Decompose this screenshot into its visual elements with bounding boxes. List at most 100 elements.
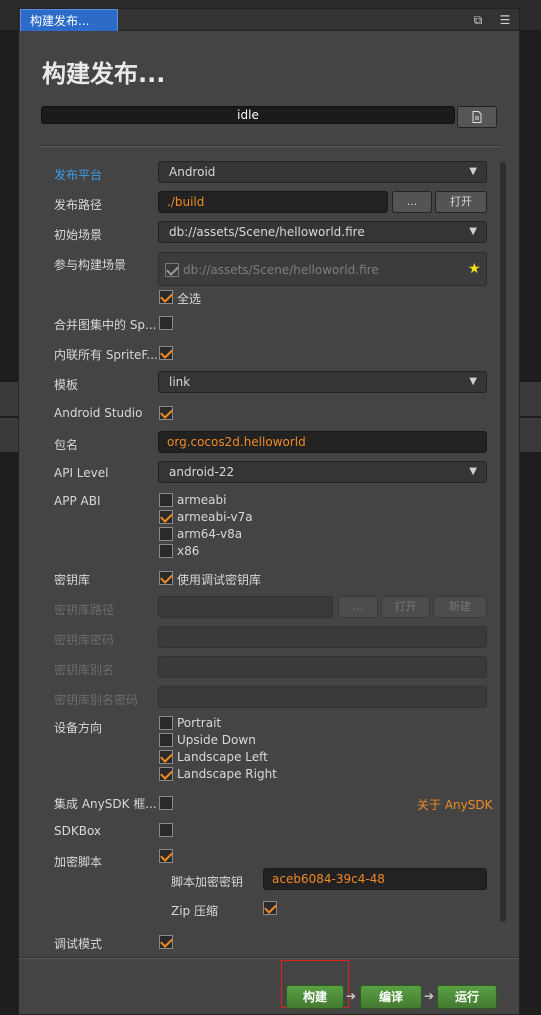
- landscape-left-checkbox[interactable]: [159, 750, 173, 764]
- compile-button[interactable]: 编译: [360, 985, 422, 1009]
- dropdown-arrow-icon: ▼: [469, 166, 477, 177]
- keystore-label: 密钥库: [54, 573, 91, 587]
- build-button[interactable]: 构建: [286, 985, 344, 1009]
- abi-arm64-v8a-label: arm64-v8a: [177, 527, 243, 541]
- star-icon: ★: [468, 261, 481, 277]
- build-path-label: 发布路径: [54, 198, 103, 212]
- merge-atlas-label: 合并图集中的 Sp...: [54, 318, 157, 332]
- start-scene-select[interactable]: db://assets/Scene/helloworld.fire ▼: [158, 221, 487, 243]
- landscape-right-checkbox[interactable]: [159, 767, 173, 781]
- background-band: [0, 418, 18, 452]
- about-anysdk-link[interactable]: 关于 AnySDK: [417, 796, 492, 813]
- inline-sprite-checkbox[interactable]: [159, 346, 173, 360]
- platform-value: Android: [169, 165, 216, 179]
- build-progress-bar: idle: [41, 106, 455, 124]
- scene-item: db://assets/Scene/helloworld.fire: [183, 263, 379, 277]
- sdkbox-label: SDKBox: [54, 824, 102, 838]
- divider: [39, 146, 501, 147]
- keystore-password-label: 密钥库密码: [54, 633, 115, 647]
- dropdown-arrow-icon: ▼: [469, 466, 477, 477]
- use-debug-keystore-label: 使用调试密钥库: [177, 573, 262, 587]
- platform-select[interactable]: Android ▼: [158, 161, 487, 183]
- new-keystore-button[interactable]: 新建: [433, 596, 487, 618]
- encrypt-script-label: 加密脚本: [54, 855, 103, 869]
- template-label: 模板: [54, 378, 79, 392]
- api-level-select[interactable]: android-22 ▼: [158, 461, 487, 483]
- select-all-checkbox[interactable]: [159, 290, 173, 304]
- background-editor-left: [0, 30, 18, 1015]
- portrait-label: Portrait: [177, 716, 222, 730]
- run-button[interactable]: 运行: [437, 985, 497, 1009]
- encrypt-key-input[interactable]: aceb6084-39c4-48: [263, 868, 487, 890]
- platform-label: 发布平台: [54, 168, 103, 182]
- arrow-right-icon: ➔: [424, 989, 435, 1003]
- android-studio-label: Android Studio: [54, 406, 143, 420]
- api-level-label: API Level: [54, 466, 109, 480]
- orientation-label: 设备方向: [54, 721, 103, 735]
- document-icon: [472, 111, 482, 123]
- zip-compress-label: Zip 压缩: [171, 904, 218, 918]
- abi-x86-checkbox[interactable]: [159, 544, 173, 558]
- arrow-right-icon: ➔: [346, 989, 357, 1003]
- build-path-input[interactable]: ./build: [158, 191, 388, 213]
- background-editor-right: [519, 30, 541, 1015]
- browse-path-button[interactable]: ...: [392, 191, 432, 213]
- zip-compress-checkbox[interactable]: [263, 901, 277, 915]
- encrypt-key-label: 脚本加密密钥: [171, 875, 244, 889]
- abi-armeabi-v7a-checkbox[interactable]: [159, 510, 173, 524]
- menu-icon[interactable]: ☰: [497, 12, 513, 28]
- dropdown-arrow-icon: ▼: [469, 226, 477, 237]
- sdkbox-checkbox[interactable]: [159, 823, 173, 837]
- keystore-alias-password-input[interactable]: [158, 686, 487, 708]
- inline-sprite-label: 内联所有 SpriteF...: [54, 348, 158, 362]
- keystore-alias-password-label: 密钥库别名密码: [54, 693, 139, 707]
- debug-mode-checkbox[interactable]: [159, 935, 173, 949]
- landscape-right-label: Landscape Right: [177, 767, 277, 781]
- anysdk-checkbox[interactable]: [159, 796, 173, 810]
- tab-build[interactable]: 构建发布...: [20, 9, 118, 31]
- scenes-label: 参与构建场景: [54, 258, 127, 272]
- open-keystore-button[interactable]: 打开: [381, 596, 430, 618]
- upside-down-label: Upside Down: [177, 733, 256, 747]
- template-select[interactable]: link ▼: [158, 371, 487, 393]
- package-label: 包名: [54, 438, 79, 452]
- scrollbar[interactable]: [500, 162, 506, 922]
- popout-icon[interactable]: ⧉: [470, 12, 486, 28]
- footer-divider: [19, 958, 519, 959]
- open-path-button[interactable]: 打开: [435, 191, 487, 213]
- progress-status: idle: [237, 108, 259, 122]
- keystore-path-label: 密钥库路径: [54, 603, 115, 617]
- build-panel: 构建发布... ⧉ ☰ 构建发布... idle 发布平台 Android ▼ …: [18, 8, 520, 1015]
- abi-x86-label: x86: [177, 544, 200, 558]
- start-scene-label: 初始场景: [54, 228, 103, 242]
- keystore-alias-input[interactable]: [158, 656, 487, 678]
- debug-mode-label: 调试模式: [54, 937, 103, 951]
- abi-armeabi-checkbox[interactable]: [159, 493, 173, 507]
- background-band: [519, 382, 541, 416]
- open-log-button[interactable]: [457, 106, 497, 128]
- scene-checkbox[interactable]: [165, 263, 179, 277]
- android-studio-checkbox[interactable]: [159, 406, 173, 420]
- package-input[interactable]: org.cocos2d.helloworld: [158, 431, 487, 453]
- keystore-password-input[interactable]: [158, 626, 487, 648]
- start-scene-value: db://assets/Scene/helloworld.fire: [169, 225, 365, 239]
- encrypt-script-checkbox[interactable]: [159, 849, 173, 863]
- abi-armeabi-v7a-label: armeabi-v7a: [177, 510, 253, 524]
- dropdown-arrow-icon: ▼: [469, 376, 477, 387]
- merge-atlas-checkbox[interactable]: [159, 316, 173, 330]
- abi-armeabi-label: armeabi: [177, 493, 227, 507]
- select-all-label: 全选: [177, 292, 202, 306]
- browse-keystore-button[interactable]: ...: [338, 596, 378, 618]
- upside-down-checkbox[interactable]: [159, 733, 173, 747]
- app-abi-label: APP ABI: [54, 494, 101, 508]
- abi-arm64-v8a-checkbox[interactable]: [159, 527, 173, 541]
- scene-list: db://assets/Scene/helloworld.fire ★: [158, 252, 487, 286]
- tab-bar: 构建发布... ⧉ ☰: [19, 9, 519, 31]
- template-value: link: [169, 375, 191, 389]
- keystore-alias-label: 密钥库别名: [54, 663, 115, 677]
- keystore-path-input[interactable]: [158, 596, 333, 618]
- portrait-checkbox[interactable]: [159, 716, 173, 730]
- use-debug-keystore-checkbox[interactable]: [159, 571, 173, 585]
- landscape-left-label: Landscape Left: [177, 750, 268, 764]
- api-level-value: android-22: [169, 465, 235, 479]
